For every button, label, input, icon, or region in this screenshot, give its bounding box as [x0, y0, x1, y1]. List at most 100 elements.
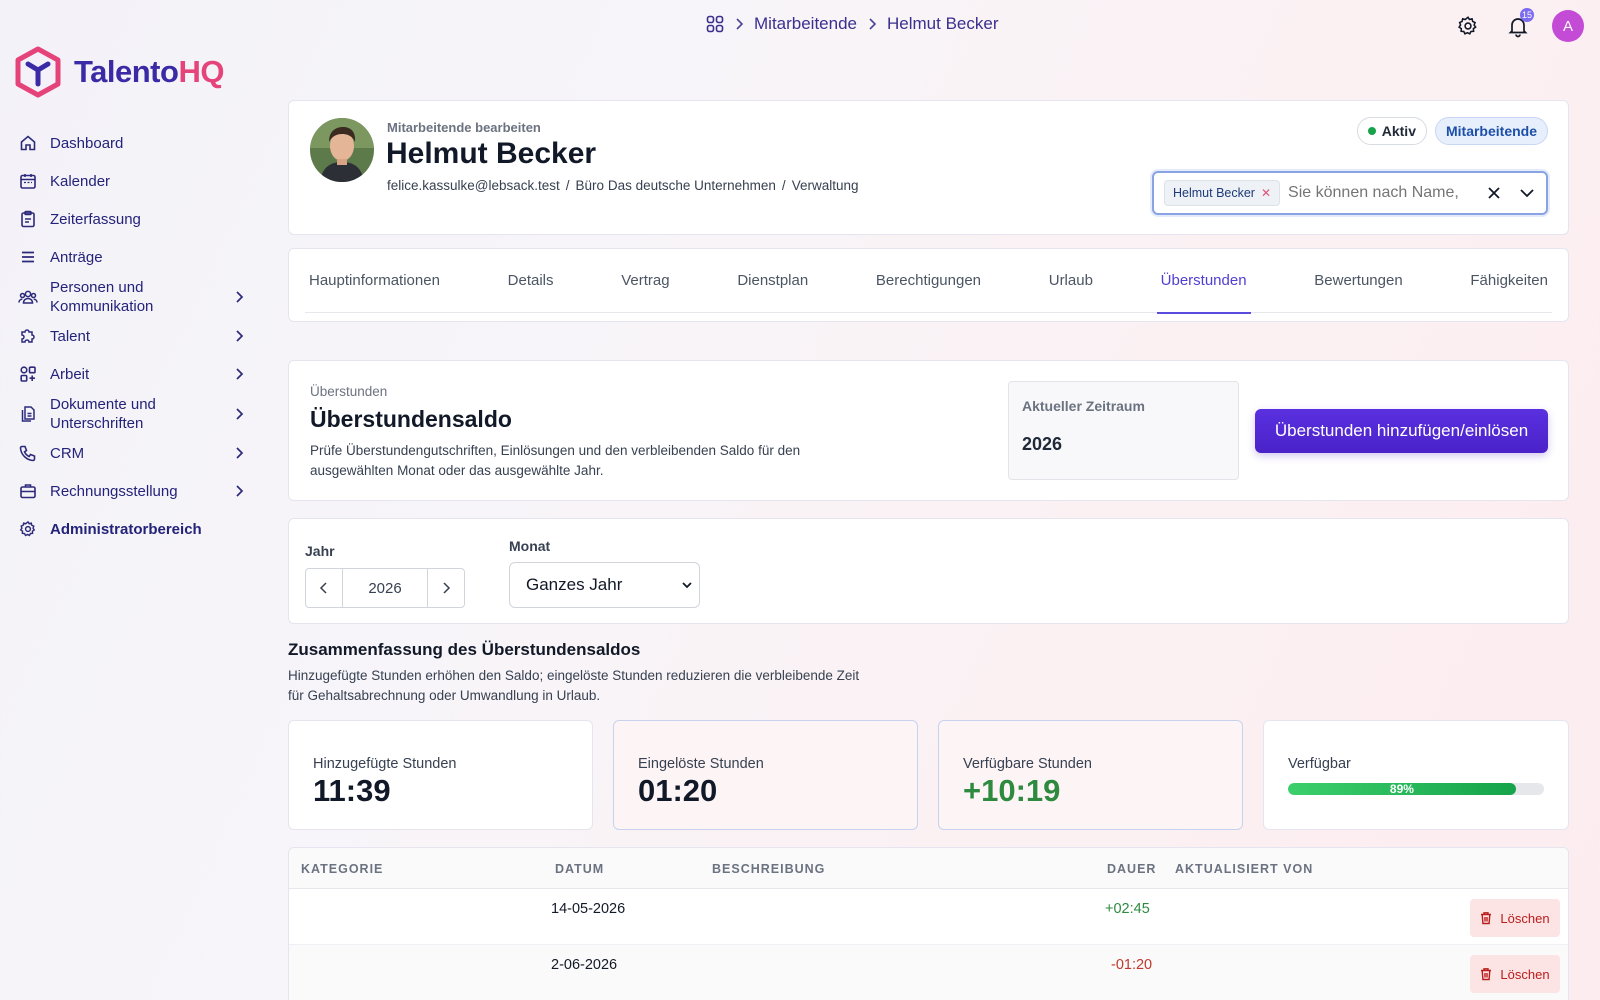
- cell-date: 14-05-2026: [551, 901, 626, 917]
- employee-select[interactable]: Helmut Becker ✕: [1152, 171, 1548, 215]
- sidebar-item-label: Dashboard: [50, 134, 124, 152]
- cell-date: 2-06-2026: [551, 957, 618, 973]
- breadcrumb-current: Helmut Becker: [887, 14, 999, 33]
- tabs-card: Hauptinformationen Details Vertrag Dienstpl…: [288, 248, 1569, 322]
- section-description: Prüfe Überstundengutschriften, Einlösung…: [310, 443, 801, 478]
- chevron-down-icon[interactable]: [1518, 184, 1536, 202]
- puzzle-icon: [18, 327, 38, 345]
- year-value[interactable]: 2026: [343, 569, 427, 607]
- cell-duration: -01:20: [1111, 957, 1153, 973]
- sidebar-item-people[interactable]: Personen und Kommunikation: [16, 276, 246, 317]
- table-row: 2-06-2026 -01:20 Löschen: [289, 945, 1568, 1000]
- available-percent-label: Verfügbar: [1288, 756, 1351, 772]
- table-row: 14-05-2026 +02:45 Löschen: [289, 889, 1568, 945]
- redeemed-hours-card: Eingelöste Stunden 01:20: [613, 720, 918, 830]
- delete-button-label: Löschen: [1500, 910, 1550, 926]
- tab-item[interactable]: Fähigkeiten: [1466, 249, 1552, 313]
- sidebar-item-label: Zeiterfassung: [50, 210, 141, 228]
- chevron-right-icon: [234, 446, 244, 460]
- column-header-duration: DAUER: [1107, 862, 1157, 876]
- period-label: Aktueller Zeitraum: [1022, 398, 1145, 414]
- chevron-left-icon[interactable]: [306, 569, 343, 607]
- list-icon: [18, 248, 38, 266]
- tab-item[interactable]: Bewertungen: [1310, 249, 1406, 313]
- sidebar-item-work[interactable]: Arbeit: [16, 355, 246, 393]
- chevron-right-icon: [234, 290, 244, 304]
- employee-search-input[interactable]: [1288, 184, 1478, 202]
- delete-button[interactable]: Löschen: [1470, 899, 1560, 937]
- sidebar-item-label: Dokumente und Unterschriften: [50, 395, 156, 432]
- users-icon: [18, 288, 38, 306]
- bell-icon[interactable]: 15: [1502, 8, 1534, 42]
- chevron-right-icon: [234, 329, 244, 343]
- sidebar-item-calendar[interactable]: Kalender: [16, 162, 246, 200]
- month-select[interactable]: Ganzes Jahr: [509, 562, 700, 608]
- column-header-date: DATUM: [555, 862, 605, 876]
- progress-percent-text: 89%: [1389, 783, 1414, 795]
- overtime-table: KATEGORIE DATUM BESCHREIBUNG DAUER AKTUA…: [288, 847, 1569, 1000]
- employee-office: Büro Das deutsche Unternehmen: [575, 178, 776, 193]
- chip-remove-icon[interactable]: ✕: [1261, 186, 1271, 200]
- sidebar-item-label: Personen und Kommunikation: [50, 278, 154, 315]
- added-hours-value: 11:39: [313, 773, 391, 808]
- avatar[interactable]: A: [1552, 10, 1584, 42]
- period-value: 2026: [1022, 434, 1063, 454]
- sidebar-item-invoicing[interactable]: Rechnungsstellung: [16, 472, 246, 510]
- meta-separator: /: [565, 178, 570, 193]
- tab-item[interactable]: Urlaub: [1045, 249, 1097, 313]
- delete-button[interactable]: Löschen: [1470, 955, 1560, 993]
- gear-icon[interactable]: [1452, 10, 1484, 42]
- phone-icon: [18, 444, 38, 462]
- clear-icon[interactable]: [1486, 185, 1502, 201]
- brand-name: TalentoHQ: [74, 54, 224, 89]
- sidebar-item-time-tracking[interactable]: Zeiterfassung: [16, 200, 246, 238]
- home-icon: [18, 134, 38, 152]
- sidebar-item-documents[interactable]: Dokumente und Unterschriften: [16, 393, 246, 434]
- add-redeem-overtime-button[interactable]: Überstunden hinzufügen/einlösen: [1255, 409, 1548, 453]
- chevron-right-icon: [867, 18, 877, 30]
- tab-item[interactable]: Vertrag: [617, 249, 673, 313]
- breadcrumb-employees-link[interactable]: Mitarbeitende: [754, 14, 857, 34]
- month-label: Monat: [509, 538, 551, 554]
- chip-label: Helmut Becker: [1173, 186, 1255, 200]
- sidebar-item-dashboard[interactable]: Dashboard: [16, 124, 246, 162]
- tab-item[interactable]: Berechtigungen: [872, 249, 985, 313]
- cell-duration: +02:45: [1105, 901, 1150, 917]
- tab-bar: Hauptinformationen Details Vertrag Dienstpl…: [305, 249, 1552, 314]
- chevron-down-icon: [681, 579, 693, 591]
- role-badge: Mitarbeitende: [1434, 117, 1548, 145]
- briefcase-icon: [18, 482, 38, 500]
- available-hours-label: Verfügbare Stunden: [963, 756, 1092, 772]
- sidebar-item-crm[interactable]: CRM: [16, 434, 246, 472]
- summary-description: Hinzugefügte Stunden erhöhen den Saldo; …: [288, 668, 860, 703]
- chevron-right-icon[interactable]: [427, 569, 464, 607]
- tab-item[interactable]: Details: [504, 249, 558, 313]
- sidebar-item-requests[interactable]: Anträge: [16, 238, 246, 276]
- meta-separator: /: [781, 178, 786, 193]
- gear-icon: [18, 520, 38, 538]
- available-hours-value: +10:19: [963, 773, 1061, 808]
- profile-header-card: Mitarbeitende bearbeiten Helmut Becker f…: [288, 100, 1569, 235]
- sidebar-item-label: Rechnungsstellung: [50, 482, 178, 500]
- brand-logo[interactable]: TalentoHQ: [14, 46, 224, 98]
- profile-photo: [310, 118, 374, 182]
- breadcrumb: Mitarbeitende Helmut Becker: [706, 14, 999, 34]
- year-label: Jahr: [305, 543, 335, 559]
- column-header-description: BESCHREIBUNG: [712, 862, 826, 876]
- apps-grid-icon[interactable]: [706, 15, 724, 33]
- sidebar-item-label: Administratorbereich: [50, 520, 202, 538]
- employee-name: Helmut Becker: [386, 137, 597, 170]
- profile-badges: Aktiv Mitarbeitende: [1356, 117, 1548, 145]
- sidebar-item-talent[interactable]: Talent: [16, 317, 246, 355]
- tab-item[interactable]: Dienstplan: [733, 249, 812, 313]
- status-badge: Aktiv: [1356, 117, 1427, 145]
- tab-active[interactable]: Überstunden: [1156, 249, 1251, 314]
- column-header-category: KATEGORIE: [301, 862, 384, 876]
- sidebar-item-label: Kalender: [50, 172, 111, 190]
- summary-title: Zusammenfassung des Überstundensaldos: [288, 640, 641, 659]
- sidebar-item-admin[interactable]: Administratorbereich: [16, 510, 246, 548]
- profile-meta: felice.kassulke@lebsack.test / Büro Das …: [387, 178, 858, 193]
- notification-count-badge: 15: [1519, 8, 1534, 22]
- profile-subtitle: Mitarbeitende bearbeiten: [387, 120, 541, 135]
- tab-item[interactable]: Hauptinformationen: [305, 249, 444, 313]
